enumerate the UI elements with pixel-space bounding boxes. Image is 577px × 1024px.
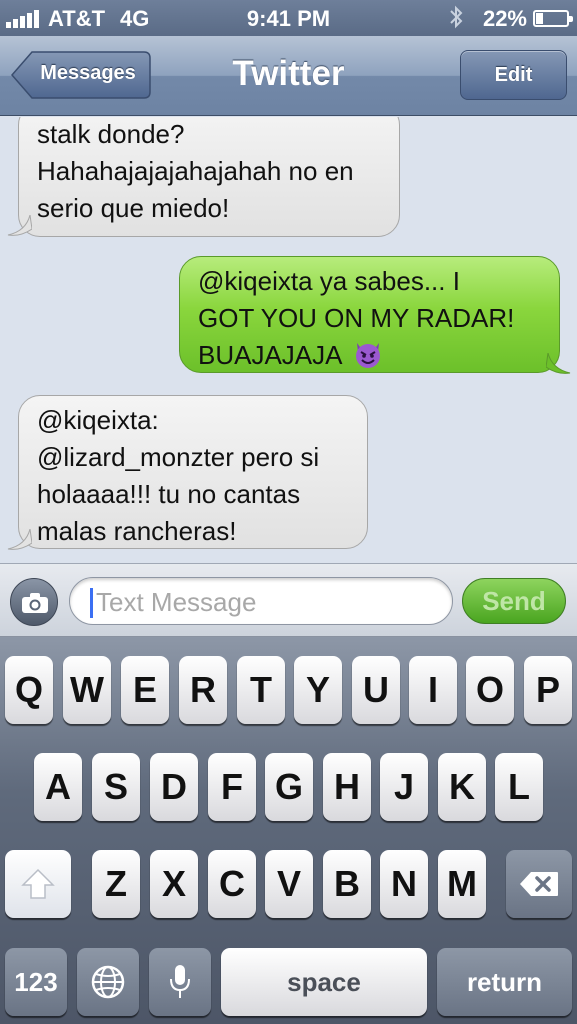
status-bar: AT&T 4G 9:41 PM 22% bbox=[0, 0, 577, 36]
message-line: @kiqeixta ya sabes... I bbox=[198, 266, 460, 296]
key-s[interactable]: S bbox=[92, 753, 140, 821]
keyboard: Q W E R T Y U I O P A S D F G H J K L Z … bbox=[0, 637, 577, 1024]
key-n[interactable]: N bbox=[380, 850, 428, 918]
key-c[interactable]: C bbox=[208, 850, 256, 918]
key-q[interactable]: Q bbox=[5, 656, 53, 724]
key-v[interactable]: V bbox=[265, 850, 313, 918]
message-input[interactable] bbox=[96, 586, 436, 618]
message-line: Hahahajajajahajahah no en bbox=[37, 156, 354, 186]
message-line: holaaaa!!! tu no cantas bbox=[37, 479, 301, 509]
microphone-icon bbox=[170, 965, 190, 998]
shift-key[interactable] bbox=[5, 850, 71, 918]
key-z[interactable]: Z bbox=[92, 850, 140, 918]
message-line: GOT YOU ON MY RADAR! bbox=[198, 303, 515, 333]
key-p[interactable]: P bbox=[524, 656, 572, 724]
return-key[interactable]: return bbox=[437, 948, 572, 1016]
message-thread[interactable]: stalk donde? Hahahajajajahajahah no en s… bbox=[0, 117, 577, 563]
key-w[interactable]: W bbox=[63, 656, 111, 724]
key-x[interactable]: X bbox=[150, 850, 198, 918]
key-m[interactable]: M bbox=[438, 850, 486, 918]
key-o[interactable]: O bbox=[466, 656, 514, 724]
key-a[interactable]: A bbox=[34, 753, 82, 821]
message-bubble-incoming[interactable]: stalk donde? Hahahajajajahajahah no en s… bbox=[18, 117, 400, 237]
key-l[interactable]: L bbox=[495, 753, 543, 821]
battery-percent: 22% bbox=[482, 6, 527, 31]
camera-icon bbox=[22, 593, 48, 613]
edit-button[interactable]: Edit bbox=[460, 50, 567, 100]
key-k[interactable]: K bbox=[438, 753, 486, 821]
key-t[interactable]: T bbox=[237, 656, 285, 724]
dictation-key[interactable] bbox=[149, 948, 211, 1016]
key-j[interactable]: J bbox=[380, 753, 428, 821]
message-bubble-incoming[interactable]: @kiqeixta: @lizard_monzter pero si holaa… bbox=[18, 395, 368, 549]
key-e[interactable]: E bbox=[121, 656, 169, 724]
shift-arrow-icon bbox=[21, 868, 55, 899]
message-line: @kiqeixta: bbox=[37, 405, 159, 435]
bubble-tail bbox=[7, 529, 32, 550]
delete-key[interactable] bbox=[506, 850, 572, 918]
key-g[interactable]: G bbox=[265, 753, 313, 821]
key-u[interactable]: U bbox=[352, 656, 400, 724]
key-d[interactable]: D bbox=[150, 753, 198, 821]
bluetooth-icon bbox=[448, 4, 464, 36]
space-key[interactable]: space bbox=[221, 948, 427, 1016]
text-caret bbox=[90, 588, 93, 618]
camera-button[interactable] bbox=[10, 578, 58, 626]
backspace-icon bbox=[520, 872, 558, 896]
battery-icon bbox=[533, 10, 573, 27]
numbers-key[interactable]: 123 bbox=[5, 948, 67, 1016]
navigation-bar: Messages Twitter Edit bbox=[0, 36, 577, 116]
message-bubble-outgoing[interactable]: @kiqeixta ya sabes... I GOT YOU ON MY RA… bbox=[179, 256, 560, 373]
smiling-imp-icon bbox=[356, 343, 381, 368]
message-line: @lizard_monzter pero si bbox=[37, 442, 320, 472]
globe-key[interactable] bbox=[77, 948, 139, 1016]
message-field-container[interactable] bbox=[69, 577, 453, 625]
key-h[interactable]: H bbox=[323, 753, 371, 821]
key-y[interactable]: Y bbox=[294, 656, 342, 724]
message-line: stalk donde? bbox=[37, 119, 185, 149]
bubble-tail bbox=[7, 215, 32, 236]
message-line: malas rancheras! bbox=[37, 516, 237, 546]
key-r[interactable]: R bbox=[179, 656, 227, 724]
send-button[interactable]: Send bbox=[462, 578, 566, 624]
message-text: BUAJAJAJA bbox=[198, 340, 342, 370]
bubble-tail bbox=[546, 353, 571, 374]
message-line: serio que miedo! bbox=[37, 193, 230, 223]
key-b[interactable]: B bbox=[323, 850, 371, 918]
key-i[interactable]: I bbox=[409, 656, 457, 724]
key-f[interactable]: F bbox=[208, 753, 256, 821]
compose-bar: Send bbox=[0, 563, 577, 637]
message-line: BUAJAJAJA bbox=[198, 337, 541, 374]
globe-icon bbox=[91, 965, 125, 999]
